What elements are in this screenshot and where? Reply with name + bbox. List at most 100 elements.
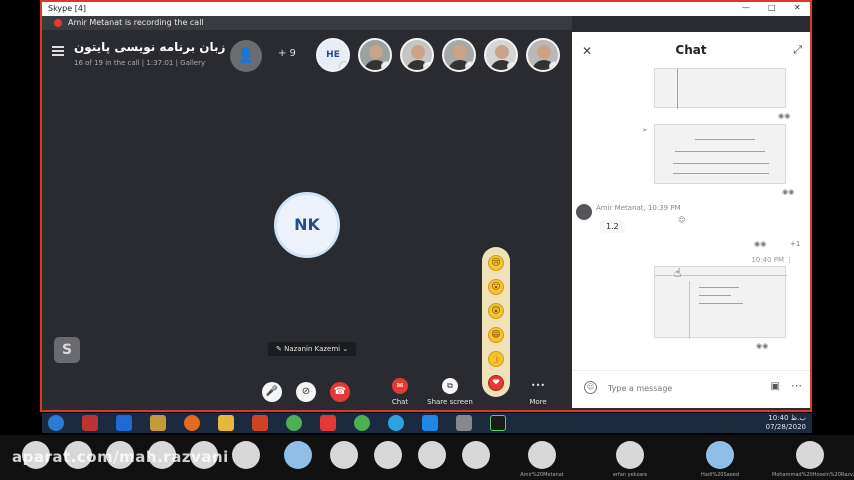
participant-name: erfan yekzare <box>612 472 648 478</box>
minimize-button[interactable]: — <box>742 3 750 12</box>
participant-avatar[interactable] <box>418 441 446 469</box>
message-text[interactable]: 1.2 <box>600 220 625 233</box>
image-content <box>673 173 769 174</box>
image-content <box>699 287 739 288</box>
hang-up-icon: ☎ <box>333 386 347 397</box>
participant-avatar[interactable] <box>442 38 476 72</box>
avatar-image <box>453 45 467 59</box>
participant-avatar[interactable] <box>526 38 560 72</box>
call-controls: 🎤 ⊘ ☎ ✉ Chat ⧉ Share screen ••• More <box>42 377 572 411</box>
attachment-icon[interactable]: ▣ <box>771 381 780 392</box>
share-screen-icon: ⧉ <box>447 381 453 390</box>
avatar-image <box>495 45 509 59</box>
participant-avatar[interactable] <box>462 441 490 469</box>
avatar-image <box>537 45 551 59</box>
system-clock[interactable]: 10:40 ب.ظ 07/28/2020 <box>766 414 806 432</box>
microphone-button[interactable]: 🎤 <box>262 382 282 402</box>
message-input[interactable] <box>608 379 748 397</box>
media-icon[interactable] <box>150 415 166 431</box>
video-toggle-button[interactable]: ⊘ <box>296 382 316 402</box>
add-participant-button[interactable]: 👤 <box>230 40 262 72</box>
chat-panel: ✕ Chat ⤢ ◉◉ ➢ ◉◉ Amir Metanat, 10:39 PM … <box>572 32 810 408</box>
close-window-button[interactable]: ✕ <box>794 3 801 12</box>
emoji-reaction-icon[interactable]: ☺ <box>678 216 685 224</box>
image-content <box>677 69 678 109</box>
menu-icon[interactable] <box>52 46 64 56</box>
image-content <box>689 281 690 339</box>
participant-avatar[interactable] <box>400 38 434 72</box>
firefox-icon[interactable] <box>184 415 200 431</box>
more-options-icon[interactable]: ⋮ <box>786 256 793 264</box>
read-receipt-icon: ◉◉ <box>782 188 795 196</box>
more-button[interactable]: ••• <box>530 378 546 394</box>
add-person-icon: 👤 <box>237 48 255 64</box>
reaction-count: +1 <box>790 240 801 248</box>
participant-avatar[interactable] <box>796 441 824 469</box>
app-icon[interactable] <box>82 415 98 431</box>
participant-avatar[interactable] <box>528 441 556 469</box>
participant-avatar[interactable] <box>358 38 392 72</box>
participant-avatar[interactable] <box>374 441 402 469</box>
share-screen-label[interactable]: Share screen <box>425 398 475 406</box>
image-content <box>695 139 755 140</box>
microphone-icon: 🎤 <box>265 386 279 397</box>
mic-muted-icon <box>465 61 474 70</box>
mic-muted-icon <box>507 61 516 70</box>
participant-avatar[interactable] <box>330 441 358 469</box>
chrome-icon[interactable] <box>286 415 302 431</box>
skype-icon[interactable] <box>422 415 438 431</box>
mic-muted-icon: ✎ <box>276 345 285 353</box>
more-options-icon[interactable]: ⋯ <box>791 379 802 392</box>
powerpoint-icon[interactable] <box>252 415 268 431</box>
image-message[interactable] <box>654 124 786 184</box>
participant-avatar[interactable] <box>232 441 260 469</box>
more-label[interactable]: More <box>513 398 563 406</box>
participant-tile-nk[interactable]: NK <box>274 192 340 258</box>
recording-icon <box>54 19 62 27</box>
participant-avatar[interactable] <box>616 441 644 469</box>
emoji-picker-icon[interactable]: ☺ <box>584 381 597 394</box>
recording-banner: Amir Metanat is recording the call <box>42 16 572 30</box>
share-screen-button[interactable]: ⧉ <box>442 378 458 394</box>
image-message[interactable] <box>654 68 786 109</box>
maximize-button[interactable]: □ <box>768 3 776 12</box>
folder-icon[interactable] <box>218 415 234 431</box>
forward-icon[interactable]: ➢ <box>642 126 648 134</box>
start-button-icon[interactable] <box>48 415 64 431</box>
chat-title: Chat <box>675 43 707 57</box>
chat-icon: ✉ <box>396 381 404 390</box>
image-content <box>675 151 765 152</box>
edge-icon[interactable] <box>116 415 132 431</box>
expand-icon[interactable]: ⤢ <box>793 43 802 57</box>
chat-button[interactable]: ✉ <box>392 378 408 394</box>
participant-name: Hadi%20Saeed <box>700 472 740 478</box>
thumbs-up-reaction-icon[interactable]: 👍 <box>488 351 504 367</box>
surprised-reaction-icon[interactable]: 😮 <box>488 279 504 295</box>
telegram-icon[interactable] <box>388 415 404 431</box>
speaker-name: Nazanin Kazemi <box>284 345 341 353</box>
image-content <box>673 163 769 164</box>
image-content <box>699 295 731 296</box>
more-participants-count[interactable]: + 9 <box>278 48 296 59</box>
pycharm-icon[interactable] <box>490 415 506 431</box>
chat-label[interactable]: Chat <box>375 398 425 406</box>
participant-avatar[interactable] <box>706 441 734 469</box>
participant-avatar[interactable]: HE <box>316 38 350 72</box>
chrome-icon[interactable] <box>354 415 370 431</box>
speaker-name-chip[interactable]: ✎ Nazanin Kazemi ⌄ <box>268 342 357 356</box>
sad-reaction-icon[interactable]: 😢 <box>488 255 504 271</box>
skype-window: Skype [4] — □ ✕ Amir Metanat is recordin… <box>40 0 812 412</box>
call-header: زبان برنامه نویسی پایتون 16 of 19 in the… <box>42 32 572 78</box>
mic-muted-icon <box>339 61 348 70</box>
avatar[interactable] <box>576 204 592 220</box>
participant-avatar[interactable] <box>484 38 518 72</box>
message-composer: ☺ ▣ ⋯ <box>572 370 810 404</box>
end-call-button[interactable]: ☎ <box>330 382 350 402</box>
read-receipt-icon: ◉◉ <box>756 342 769 350</box>
call-subtitle[interactable]: 16 of 19 in the call | 1:37:01 | Gallery <box>74 59 205 67</box>
app-icon[interactable] <box>320 415 336 431</box>
laugh-reaction-icon[interactable]: 😄 <box>488 327 504 343</box>
app-icon[interactable] <box>456 415 472 431</box>
participant-avatar[interactable] <box>284 441 312 469</box>
wow-reaction-icon[interactable]: 😲 <box>488 303 504 319</box>
